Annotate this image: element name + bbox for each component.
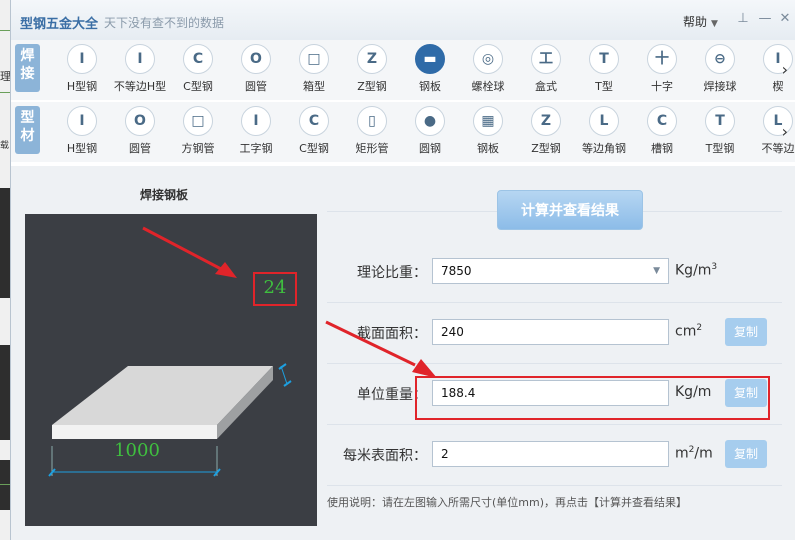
weight-highlight-box [415,376,770,420]
annotation-overlay [325,320,437,378]
annotation-arrow-shaft [325,320,416,367]
